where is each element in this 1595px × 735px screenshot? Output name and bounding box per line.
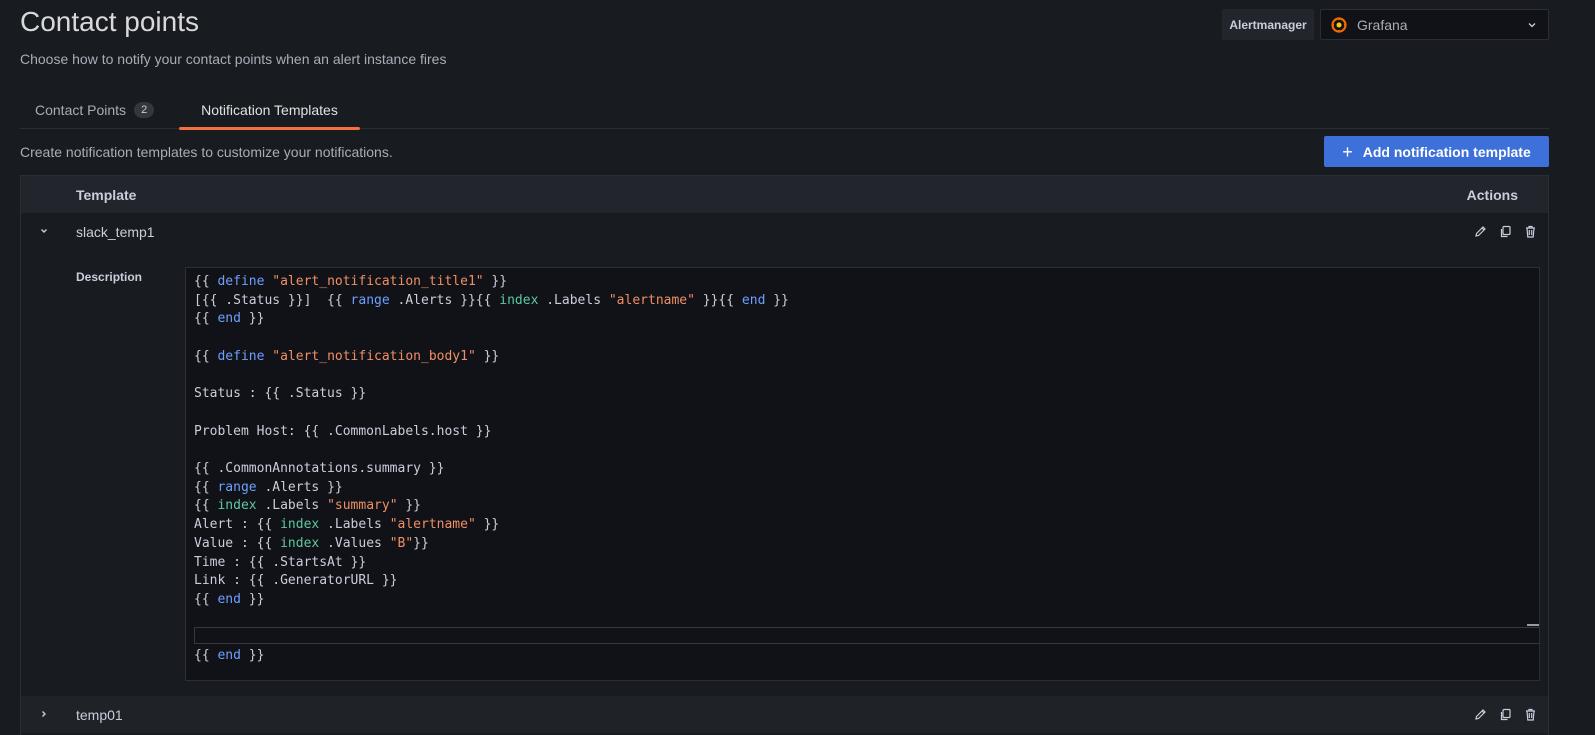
table-row: slack_temp1 [21,213,1548,250]
tab-count-badge: 2 [134,101,155,118]
table-header: Template Actions [21,176,1548,213]
add-notification-template-button[interactable]: + Add notification template [1324,136,1549,167]
button-label: Add notification template [1362,143,1531,160]
row-actions [1473,707,1538,722]
chevron-down-icon [1528,22,1536,27]
duplicate-icon[interactable] [1498,224,1513,239]
tabs-bar: Contact Points 2 Notification Templates [20,92,1549,130]
editor-scrollbar[interactable] [1527,624,1539,626]
alertmanager-select[interactable]: Grafana [1320,9,1549,40]
duplicate-icon[interactable] [1498,707,1513,722]
alertmanager-label: Alertmanager [1222,9,1314,40]
templates-helper-text: Create notification templates to customi… [20,144,393,160]
editor-active-line [194,627,1539,644]
plus-icon: + [1342,141,1353,162]
tab-label: Notification Templates [201,101,338,118]
edit-icon[interactable] [1473,707,1488,722]
tab-contact-points[interactable]: Contact Points 2 [35,92,155,127]
edit-icon[interactable] [1473,224,1488,239]
tab-label: Contact Points [35,101,127,118]
templates-table: Template Actions slack_temp1 Description… [20,175,1549,735]
template-name: slack_temp1 [76,224,155,240]
delete-icon[interactable] [1523,707,1538,722]
column-header-actions: Actions [1466,187,1518,203]
page-title: Contact points [20,6,199,37]
grafana-logo-icon [1331,16,1347,33]
chevron-down-icon[interactable] [38,225,50,237]
chevron-right-icon[interactable] [38,708,50,720]
template-code-editor[interactable]: {{ define "alert_notification_title1" }}… [185,267,1540,681]
table-row: temp01 [21,696,1548,733]
row-actions [1473,224,1538,239]
tab-notification-templates[interactable]: Notification Templates [179,92,360,127]
active-tab-indicator [179,127,360,130]
page-subtitle: Choose how to notify your contact points… [20,51,447,67]
alertmanager-selected-value: Grafana [1357,16,1408,33]
column-header-template: Template [76,187,137,203]
template-code: {{ define "alert_notification_title1" }}… [194,274,789,664]
description-label: Description [76,270,143,284]
delete-icon[interactable] [1523,224,1538,239]
template-name: temp01 [76,707,123,723]
